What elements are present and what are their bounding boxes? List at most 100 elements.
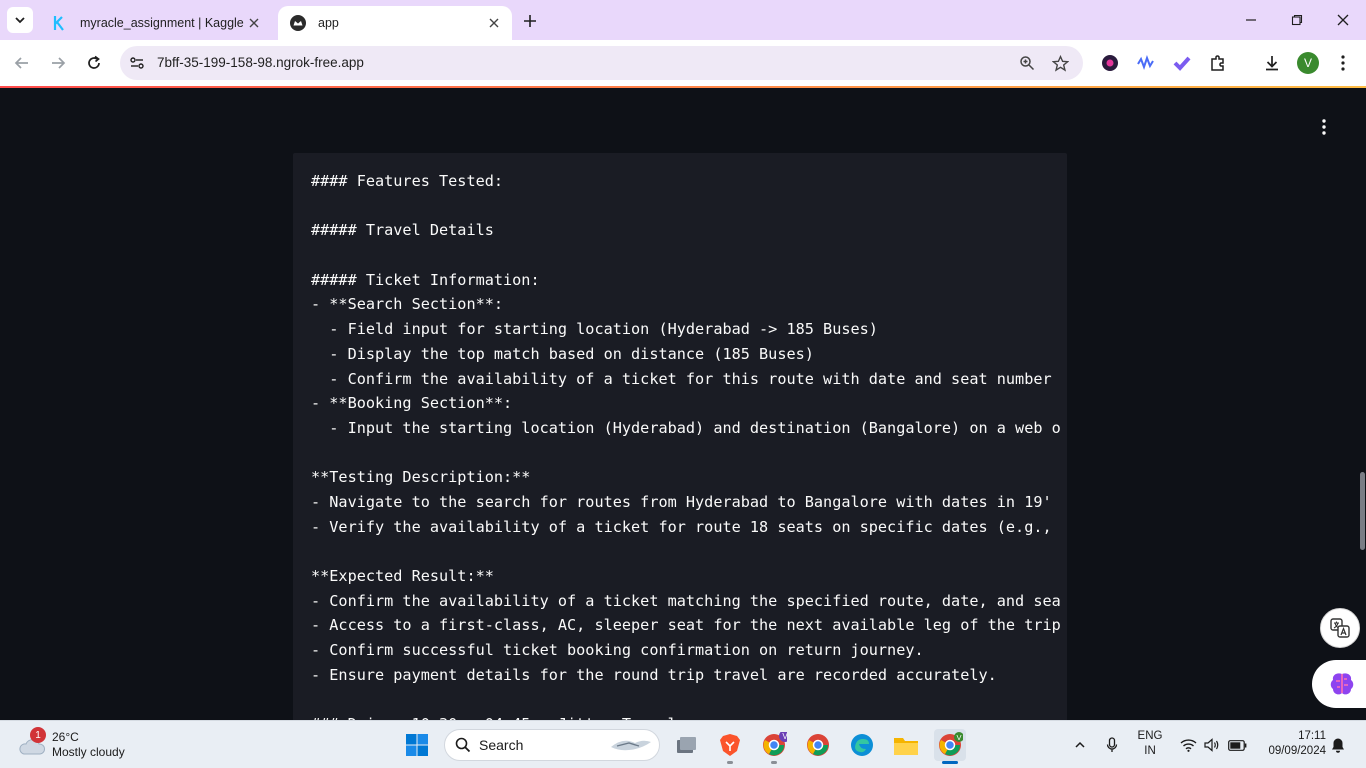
back-button[interactable] <box>8 49 36 77</box>
site-settings-icon[interactable] <box>128 54 146 72</box>
active-indicator <box>942 761 958 764</box>
running-indicator <box>727 761 733 764</box>
tab-title: myracle_assignment | Kaggle <box>80 16 244 30</box>
input-language[interactable]: ENG IN <box>1136 729 1164 759</box>
extension-wave-icon[interactable] <box>1134 51 1158 75</box>
ai-assistant-button[interactable] <box>1312 660 1366 708</box>
translate-icon <box>1330 618 1350 638</box>
clock-time: 17:11 <box>1298 730 1326 742</box>
code-line: ##### Ticket Information: <box>311 270 540 289</box>
close-icon[interactable] <box>484 13 504 33</box>
profile-avatar[interactable]: V <box>1297 52 1319 74</box>
weather-widget[interactable]: 1 26°C Mostly cloudy <box>18 727 125 763</box>
chrome-active-window-icon[interactable]: V <box>934 729 966 761</box>
search-label: Search <box>479 737 524 753</box>
close-icon[interactable] <box>244 13 264 33</box>
region-code: IN <box>1144 745 1156 757</box>
close-window-button[interactable] <box>1320 6 1366 34</box>
arrow-right-icon <box>52 57 66 69</box>
address-bar[interactable]: 7bff-35-199-158-98.ngrok-free.app <box>120 46 1083 80</box>
tab-search-button[interactable] <box>7 7 33 33</box>
microphone-icon[interactable] <box>1102 733 1122 757</box>
code-line: - Verify the availability of a ticket fo… <box>311 517 1052 536</box>
reload-button[interactable] <box>80 49 108 77</box>
code-line: - Field input for starting location (Hyd… <box>311 320 878 339</box>
volume-icon[interactable] <box>1202 733 1222 757</box>
app-main-menu-button[interactable] <box>1313 116 1335 138</box>
vertical-dots-icon <box>1322 119 1326 135</box>
code-line: - Confirm the availability of a ticket m… <box>311 591 1061 610</box>
bookmark-star-icon[interactable] <box>1050 53 1070 73</box>
windows-taskbar: 1 26°C Mostly cloudy Search V V ENG IN 1… <box>0 720 1366 768</box>
tab-title: app <box>318 16 339 30</box>
restore-button[interactable] <box>1274 6 1320 34</box>
new-tab-button[interactable] <box>518 9 542 33</box>
weather-text: 26°C Mostly cloudy <box>52 730 125 760</box>
chrome-menu-icon[interactable] <box>1331 51 1355 75</box>
system-clock[interactable]: 17:11 09/09/2024 <box>1256 729 1326 759</box>
kaggle-icon <box>52 15 68 31</box>
tray-overflow-chevron-icon[interactable] <box>1070 733 1090 757</box>
translate-button[interactable] <box>1320 608 1360 648</box>
cloud-icon: 1 <box>18 727 46 757</box>
weather-desc: Mostly cloudy <box>52 745 125 759</box>
brain-icon <box>1330 673 1354 695</box>
extensions-puzzle-icon[interactable] <box>1206 51 1230 75</box>
task-view-icon[interactable] <box>670 729 702 761</box>
code-text: #### Features Tested: ##### Travel Detail… <box>311 169 1061 720</box>
running-indicator <box>771 761 777 764</box>
minimize-button[interactable] <box>1228 6 1274 34</box>
code-block: #### Features Tested: ##### Travel Detail… <box>293 153 1067 720</box>
brave-browser-icon[interactable] <box>714 729 746 761</box>
zoom-icon[interactable] <box>1017 53 1037 73</box>
windows-start-icon[interactable] <box>401 729 433 761</box>
code-line: - Input the starting location (Hyderabad… <box>311 418 1061 437</box>
plus-icon <box>524 15 536 27</box>
search-icon <box>455 737 471 753</box>
code-line: - Confirm successful ticket booking conf… <box>311 641 924 660</box>
weather-temp: 26°C <box>52 730 79 744</box>
extension-recorder-icon[interactable] <box>1098 51 1122 75</box>
notifications-bell-icon[interactable] <box>1328 733 1348 757</box>
language-code: ENG <box>1137 730 1163 742</box>
download-icon[interactable] <box>1260 51 1284 75</box>
taskbar-search[interactable]: Search <box>444 729 660 761</box>
close-icon <box>1337 14 1349 26</box>
tab-kaggle[interactable]: myracle_assignment | Kaggle <box>40 6 272 40</box>
streamlit-icon <box>290 15 306 31</box>
code-line: #### Features Tested: <box>311 172 504 190</box>
code-line: - Navigate to the search for routes from… <box>311 492 1052 511</box>
file-explorer-icon[interactable] <box>890 729 922 761</box>
arrow-left-icon <box>14 57 28 69</box>
code-line: - Access to a first-class, AC, sleeper s… <box>311 616 1061 635</box>
code-line: ### Drive 10:30 - 04:45 - Jitter Travel <box>311 712 1061 720</box>
code-line: **Expected Result:** <box>311 567 494 585</box>
svg-text:V: V <box>782 732 787 741</box>
url-text: 7bff-35-199-158-98.ngrok-free.app <box>157 55 364 70</box>
restore-icon <box>1291 14 1303 26</box>
extension-check-icon[interactable] <box>1170 51 1194 75</box>
tab-app[interactable]: app <box>278 6 512 40</box>
wifi-icon[interactable] <box>1178 733 1198 757</box>
code-line: ##### Travel Details <box>311 221 494 240</box>
code-line: **Testing Description:** <box>311 468 531 487</box>
svg-text:V: V <box>956 733 961 742</box>
page-scrollbar-thumb[interactable] <box>1360 472 1365 550</box>
chrome-icon[interactable] <box>802 729 834 761</box>
code-line: - Confirm the availability of a ticket f… <box>311 369 1052 388</box>
browser-toolbar: 7bff-35-199-158-98.ngrok-free.app V <box>0 40 1366 86</box>
battery-icon[interactable] <box>1226 733 1248 757</box>
notification-badge: 1 <box>30 727 46 743</box>
search-highlight-icon <box>611 740 651 751</box>
app-page: #### Features Tested: ##### Travel Detail… <box>0 88 1366 720</box>
chrome-profile-v-icon[interactable]: V <box>758 729 790 761</box>
forward-button[interactable] <box>44 49 72 77</box>
clock-date: 09/09/2024 <box>1268 745 1326 757</box>
edge-icon[interactable] <box>846 729 878 761</box>
tab-strip: myracle_assignment | Kaggle app <box>0 0 1366 40</box>
